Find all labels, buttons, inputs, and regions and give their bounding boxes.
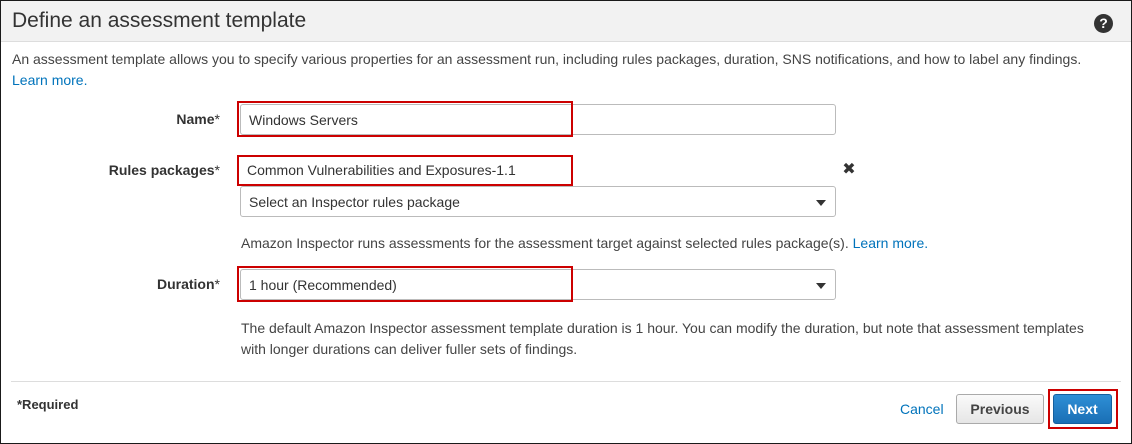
intro-description: An assessment template allows you to spe… [12,49,1112,91]
intro-learn-more-link[interactable]: Learn more. [12,72,87,88]
name-required-mark: * [214,111,220,127]
rules-package-select-text: Select an Inspector rules package [249,194,460,210]
rules-package-select[interactable]: Select an Inspector rules package [240,186,836,217]
panel-header: Define an assessment template ? [1,1,1131,42]
name-label-text: Name [176,111,215,127]
help-icon[interactable]: ? [1094,14,1113,33]
duration-hint: The default Amazon Inspector assessment … [241,318,1084,360]
rules-packages-learn-more-link[interactable]: Learn more. [853,235,928,251]
chevron-down-icon [816,200,826,206]
rules-packages-label: Rules packages* [0,162,220,178]
footer-divider [11,381,1121,382]
page-title: Define an assessment template [12,9,307,32]
duration-required-mark: * [214,276,220,292]
duration-hint-line2: with longer durations can deliver fuller… [241,341,578,357]
duration-label: Duration* [0,276,220,292]
cancel-link[interactable]: Cancel [900,401,944,417]
duration-select[interactable]: 1 hour (Recommended) [240,269,836,300]
next-button[interactable]: Next [1053,394,1112,424]
duration-select-text: 1 hour (Recommended) [249,277,397,293]
chevron-down-icon [816,283,826,289]
required-note: *Required [17,397,79,412]
rules-packages-label-text: Rules packages [108,162,215,178]
selected-rules-package: Common Vulnerabilities and Exposures-1.1 [247,162,516,178]
rules-packages-required-mark: * [214,162,220,178]
intro-text: An assessment template allows you to spe… [12,51,1082,67]
remove-rules-package-icon[interactable]: ✖ [842,161,856,179]
rules-packages-hint-text: Amazon Inspector runs assessments for th… [241,235,849,251]
name-input[interactable]: Windows Servers [240,104,836,135]
duration-hint-line1: The default Amazon Inspector assessment … [241,320,1084,336]
duration-label-text: Duration [156,276,215,292]
name-label: Name* [0,111,220,127]
previous-button[interactable]: Previous [956,394,1044,424]
rules-packages-hint: Amazon Inspector runs assessments for th… [241,233,928,254]
